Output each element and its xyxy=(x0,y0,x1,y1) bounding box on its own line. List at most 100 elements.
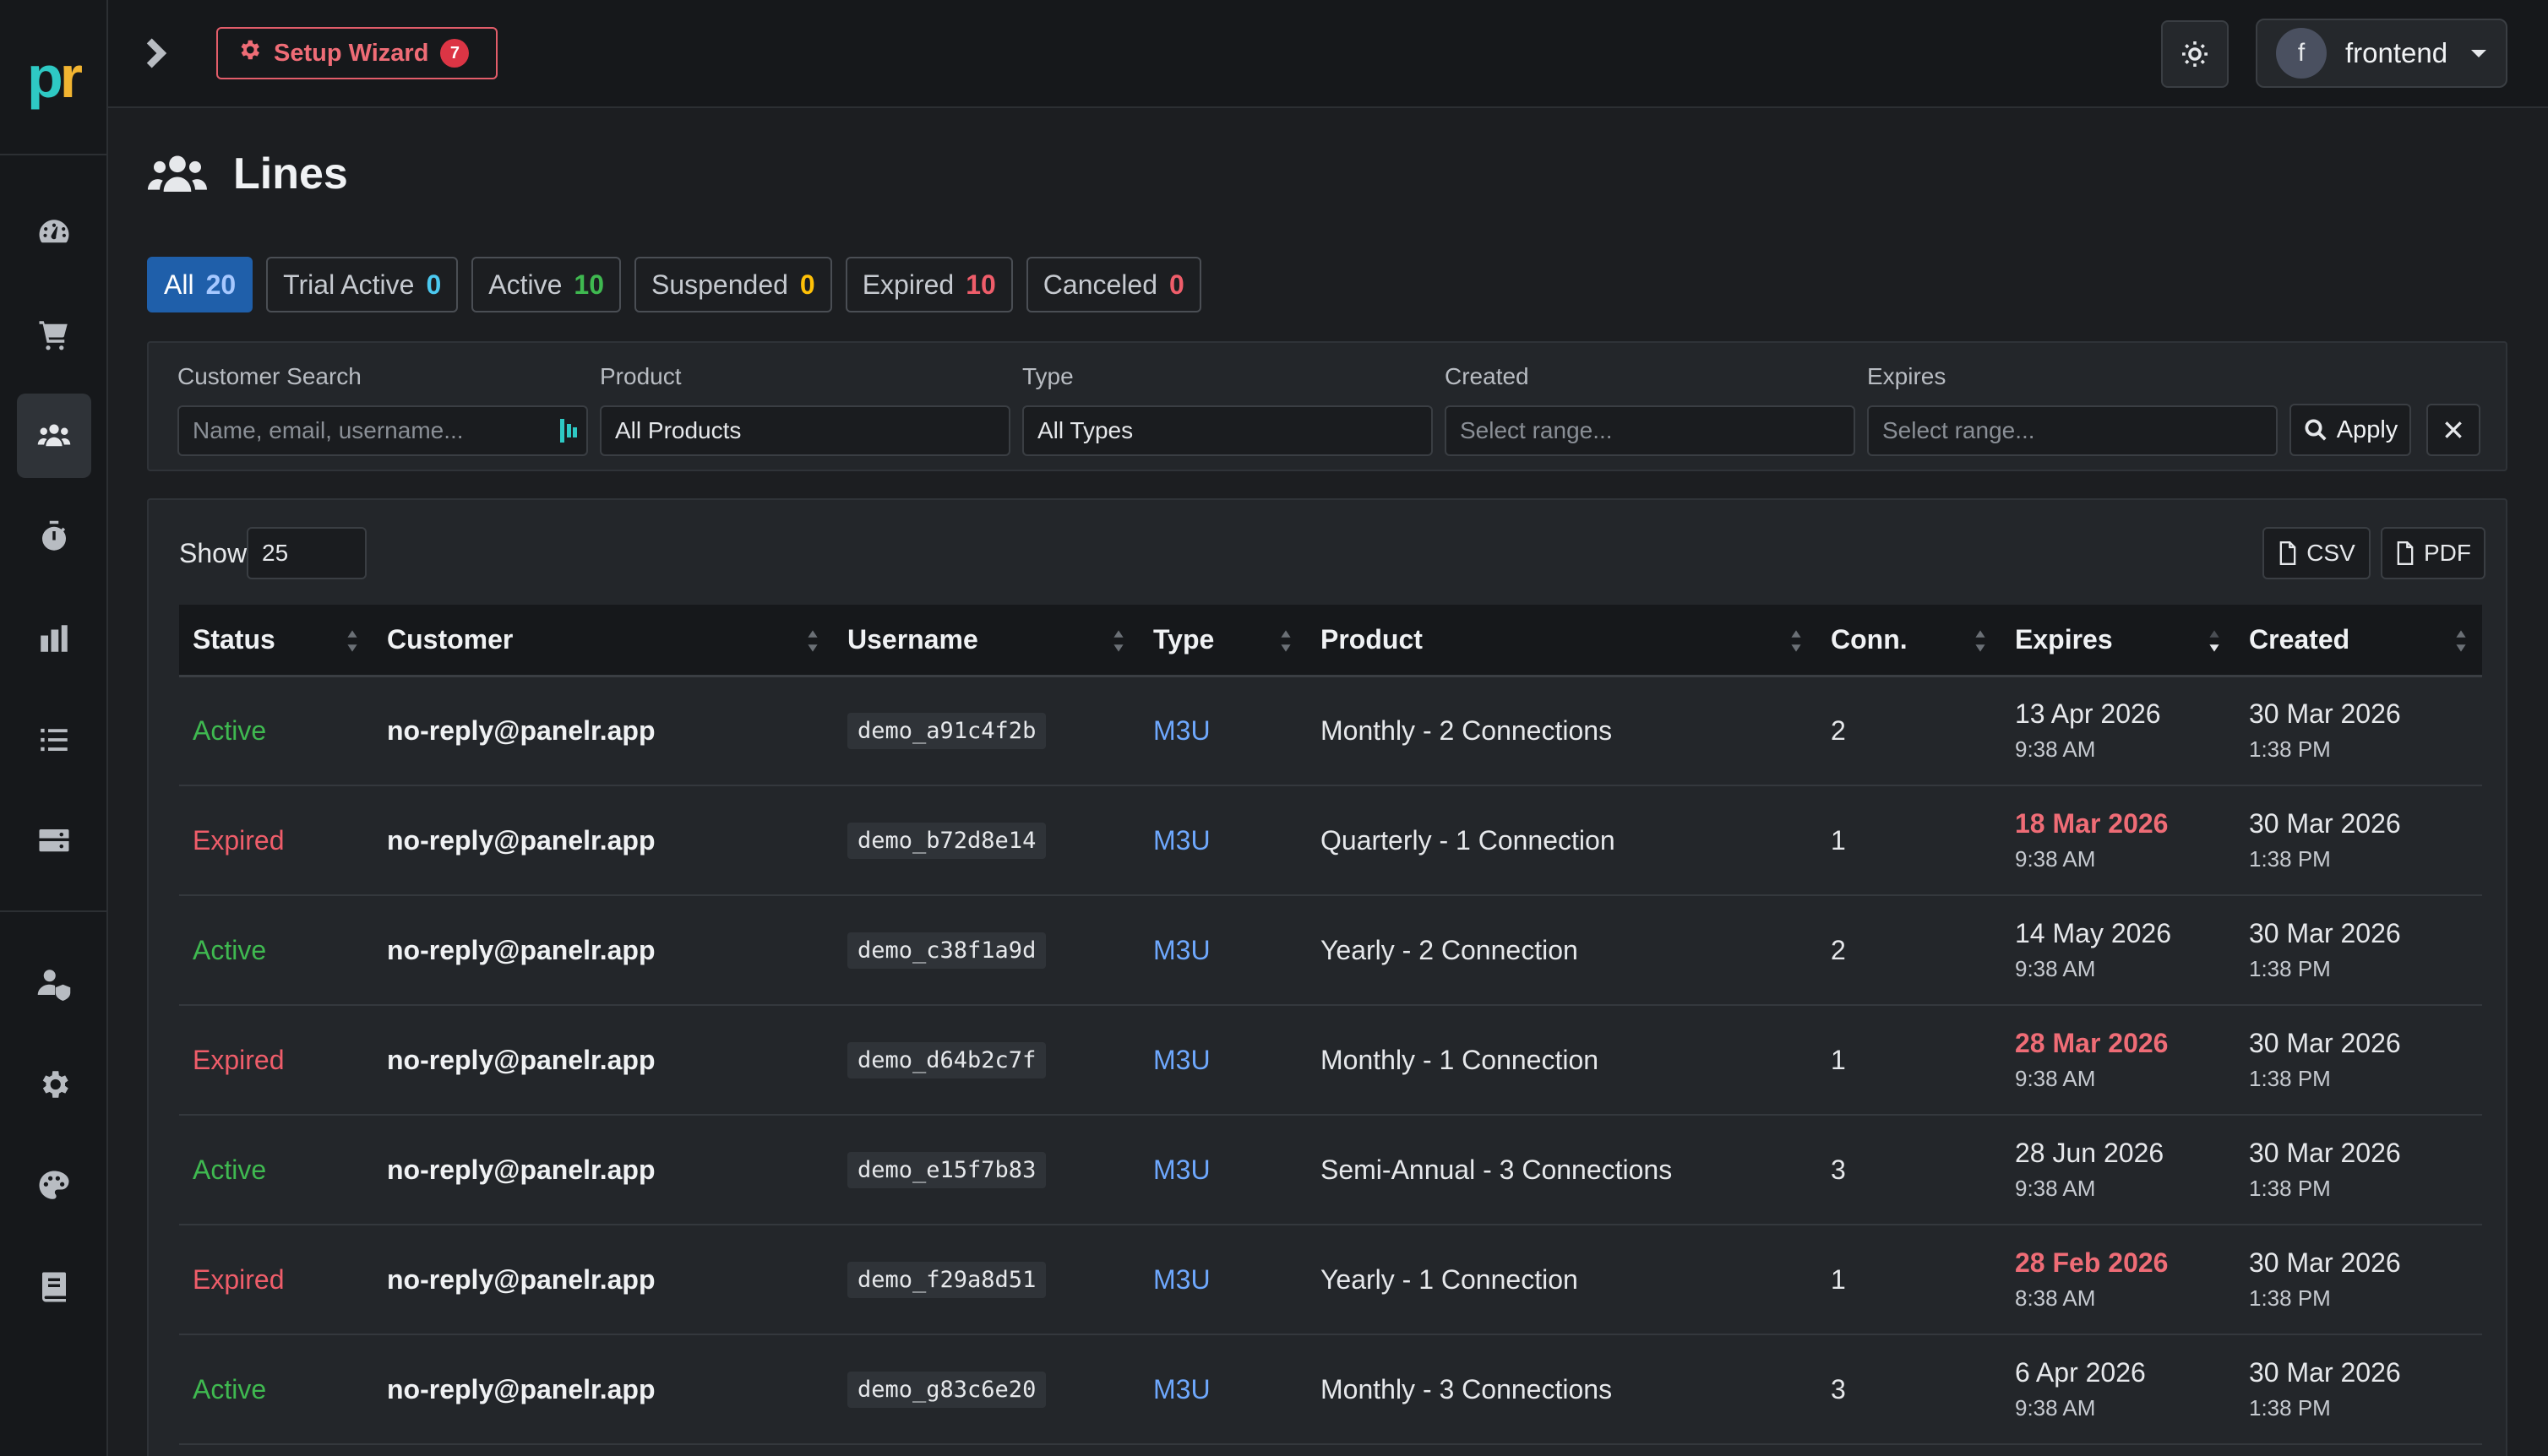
export-csv-button[interactable]: CSV xyxy=(2262,527,2371,579)
sidebar-item-docs[interactable] xyxy=(17,1245,91,1329)
customer-link[interactable]: no-reply@panelr.app xyxy=(387,825,655,856)
sidebar-item-resellers[interactable] xyxy=(17,941,91,1025)
table-row[interactable]: Expired no-reply@panelr.app demo_b72d8e14 M… xyxy=(179,785,2482,895)
status-text: Expired xyxy=(193,1044,285,1075)
column-header-expires[interactable]: Expires xyxy=(2001,605,2235,677)
sidebar-item-list[interactable] xyxy=(17,698,91,782)
cell-connections: 1 xyxy=(1817,785,2001,895)
type-link[interactable]: M3U xyxy=(1153,1154,1211,1185)
column-header-username[interactable]: Username xyxy=(834,605,1140,677)
cell-status: Active xyxy=(179,1334,373,1444)
tab-canceled[interactable]: Canceled 0 xyxy=(1026,257,1201,312)
sort-icon xyxy=(1975,630,1985,652)
connections-text: 2 xyxy=(1831,714,1846,746)
sidebar-item-dashboard[interactable] xyxy=(17,191,91,275)
product-text: Monthly - 3 Connections xyxy=(1320,1373,1613,1404)
sidebar-item-settings[interactable] xyxy=(17,1042,91,1127)
product-text: Yearly - 2 Connection xyxy=(1320,934,1578,965)
user-menu-button[interactable]: f frontend xyxy=(2256,19,2507,88)
page-title: Lines xyxy=(233,149,348,198)
expires-filter-group: Expires Select range... xyxy=(1867,363,2278,456)
type-select[interactable]: All Types xyxy=(1022,405,1433,456)
column-header-customer[interactable]: Customer xyxy=(373,605,834,677)
sort-icon xyxy=(1113,630,1124,652)
table-row[interactable]: Active no-reply@panelr.app demo_g83c6e20 M3… xyxy=(179,1334,2482,1444)
cell-customer: no-reply@panelr.app xyxy=(373,676,834,785)
customer-link[interactable]: no-reply@panelr.app xyxy=(387,1154,655,1185)
theme-toggle-button[interactable] xyxy=(2161,20,2229,88)
sidebar-item-servers[interactable] xyxy=(17,799,91,883)
column-header-product[interactable]: Product xyxy=(1307,605,1817,677)
tab-trial-active[interactable]: Trial Active 0 xyxy=(266,257,459,312)
csv-label: CSV xyxy=(2306,540,2355,566)
filter-panel: Customer Search Name, email, username...… xyxy=(147,341,2507,471)
cell-status: Active xyxy=(179,676,373,785)
sidebar-item-reports[interactable] xyxy=(17,596,91,681)
customer-link[interactable]: no-reply@panelr.app xyxy=(387,715,655,746)
expires-date: 18 Mar 2026 xyxy=(2015,808,2169,839)
clear-filters-button[interactable] xyxy=(2426,404,2480,456)
apply-button[interactable]: Apply xyxy=(2289,404,2411,456)
page-size-input[interactable]: 25 xyxy=(247,527,368,579)
column-header-status[interactable]: Status xyxy=(179,605,373,677)
customer-link[interactable]: no-reply@panelr.app xyxy=(387,1374,655,1404)
users-icon xyxy=(148,155,207,192)
sidebar-toggle-button[interactable] xyxy=(133,32,176,74)
sidebar-item-orders[interactable] xyxy=(17,292,91,377)
table-row[interactable]: Expired no-reply@panelr.app demo_f29a8d51 M… xyxy=(179,1225,2482,1334)
table-row[interactable]: Expired no-reply@panelr.app demo_d64b2c7f M… xyxy=(179,1005,2482,1115)
expires-time: 9:38 AM xyxy=(2015,846,2096,872)
column-header-type[interactable]: Type xyxy=(1140,605,1307,677)
cell-product: Semi-Annual - 3 Connections xyxy=(1307,1115,1817,1225)
tab-all[interactable]: All 20 xyxy=(147,257,253,312)
password-manager-icon[interactable] xyxy=(559,419,578,443)
tab-count: 0 xyxy=(1169,269,1184,300)
status-text: Expired xyxy=(193,1263,285,1295)
product-select[interactable]: All Products xyxy=(600,405,1010,456)
table-row[interactable]: Active no-reply@panelr.app demo_e15f7b83 M3… xyxy=(179,1115,2482,1225)
column-header-conn[interactable]: Conn. xyxy=(1817,605,2001,677)
cell-connections: 1 xyxy=(1817,1005,2001,1115)
page-size-value: 25 xyxy=(262,540,289,566)
cell-type: M3U xyxy=(1140,1005,1307,1115)
cell-type: M3U xyxy=(1140,785,1307,895)
type-link[interactable]: M3U xyxy=(1153,935,1211,965)
table-row[interactable]: Active no-reply@panelr.app demo_c38f1a9d M3… xyxy=(179,895,2482,1005)
tab-expired[interactable]: Expired 10 xyxy=(845,257,1013,312)
cell-status: Expired xyxy=(179,785,373,895)
type-link[interactable]: M3U xyxy=(1153,715,1211,746)
type-filter-group: Type All Types xyxy=(1022,363,1433,456)
sidebar-item-lines[interactable] xyxy=(17,394,91,478)
created-range-input[interactable]: Select range... xyxy=(1445,405,1855,456)
type-link[interactable]: M3U xyxy=(1153,1374,1211,1404)
type-link[interactable]: M3U xyxy=(1153,1264,1211,1295)
cell-created: 30 Mar 2026 1:38 PM xyxy=(2235,1115,2482,1225)
logo[interactable]: pr xyxy=(0,0,106,155)
customer-search-input[interactable]: Name, email, username... xyxy=(177,405,588,456)
expires-date: 28 Feb 2026 xyxy=(2015,1247,2169,1278)
type-link[interactable]: M3U xyxy=(1153,825,1211,856)
created-time: 1:38 PM xyxy=(2249,1176,2331,1201)
cell-customer: no-reply@panelr.app xyxy=(373,785,834,895)
cell-username: demo_g83c6e20 xyxy=(834,1334,1140,1444)
export-pdf-button[interactable]: PDF xyxy=(2381,527,2485,579)
sort-icon xyxy=(2209,630,2219,652)
expires-time: 8:38 AM xyxy=(2015,1285,2096,1311)
customer-link[interactable]: no-reply@panelr.app xyxy=(387,1264,655,1295)
customer-link[interactable]: no-reply@panelr.app xyxy=(387,1045,655,1075)
sidebar: pr xyxy=(0,0,108,1456)
created-time: 1:38 PM xyxy=(2249,1066,2331,1091)
sidebar-item-theme[interactable] xyxy=(17,1144,91,1228)
table-row[interactable]: Active no-reply@panelr.app demo_a91c4f2b M3… xyxy=(179,676,2482,785)
sidebar-divider xyxy=(0,910,108,912)
column-header-created[interactable]: Created xyxy=(2235,605,2482,677)
cell-status: Expired xyxy=(179,1005,373,1115)
tab-active[interactable]: Active 10 xyxy=(471,257,621,312)
cell-customer: no-reply@panelr.app xyxy=(373,895,834,1005)
type-link[interactable]: M3U xyxy=(1153,1045,1211,1075)
expires-range-input[interactable]: Select range... xyxy=(1867,405,2278,456)
sidebar-item-trials[interactable] xyxy=(17,495,91,579)
customer-link[interactable]: no-reply@panelr.app xyxy=(387,935,655,965)
tab-suspended[interactable]: Suspended 0 xyxy=(634,257,832,312)
setup-wizard-button[interactable]: Setup Wizard 7 xyxy=(216,27,498,79)
